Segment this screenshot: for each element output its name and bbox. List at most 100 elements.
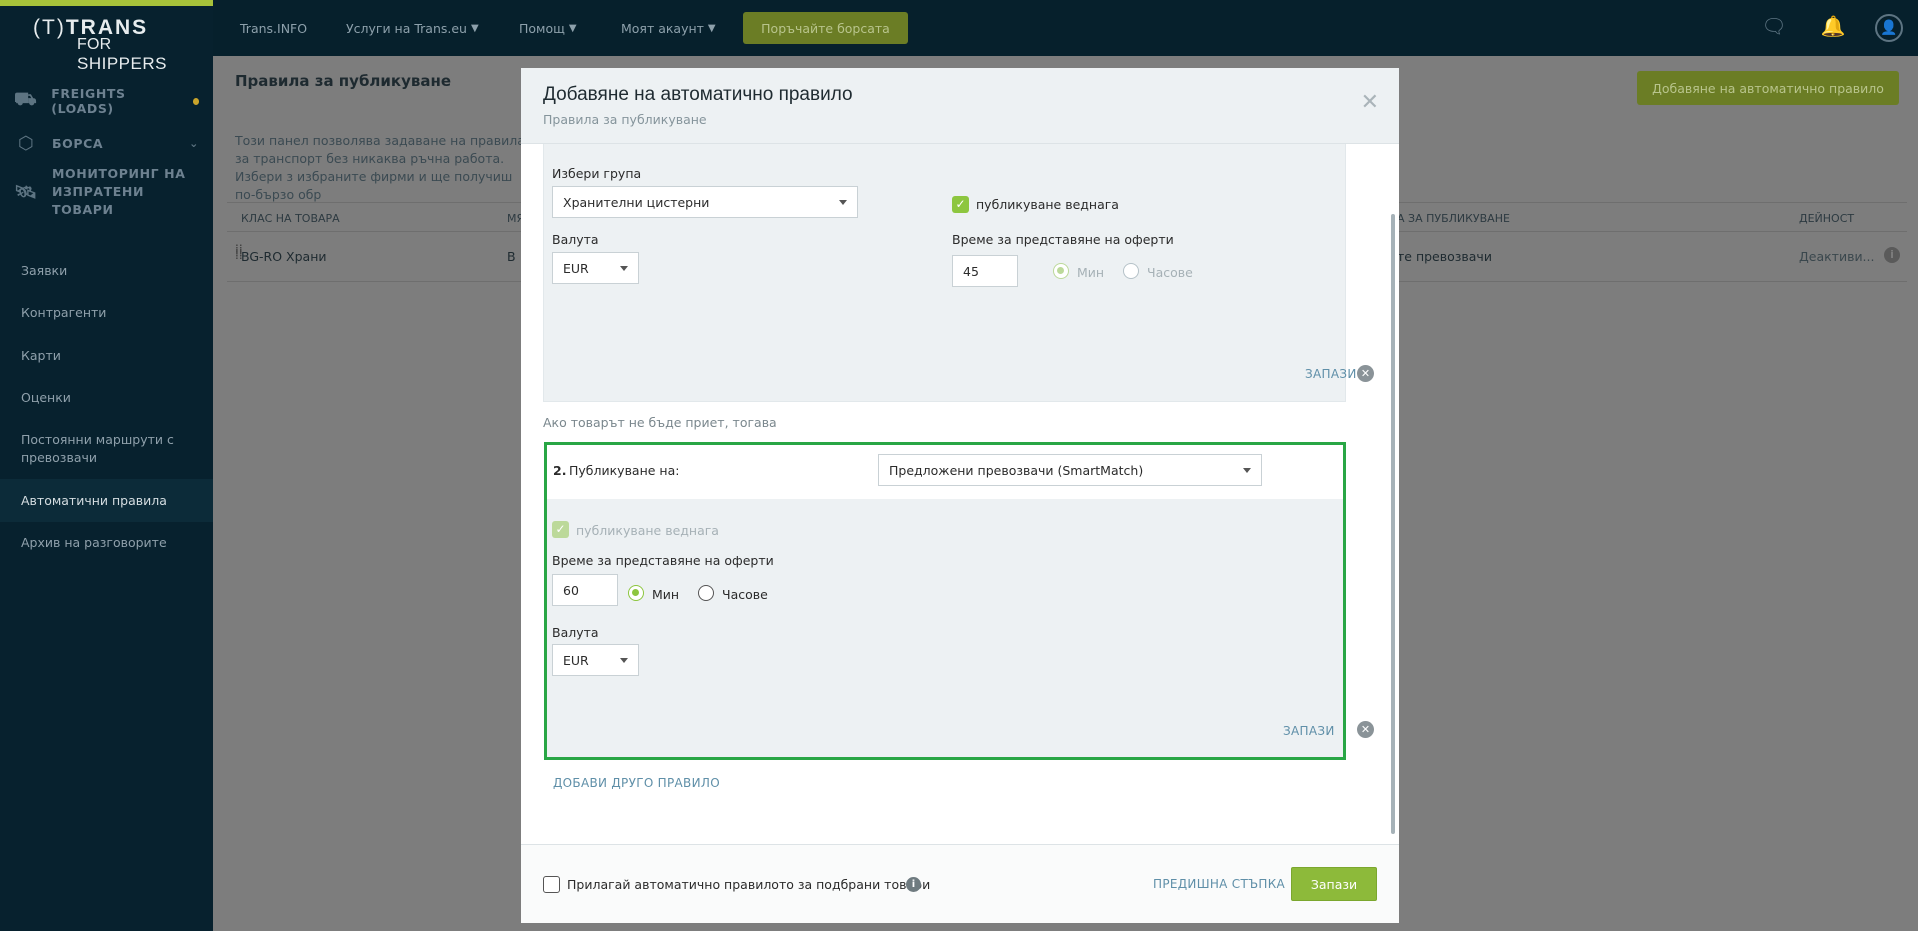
remove-rule-1-icon[interactable]: ✕: [1357, 365, 1374, 382]
sidebar-item-ratings[interactable]: Оценки: [0, 377, 213, 420]
chevron-down-icon: ▼: [470, 22, 479, 34]
column-header: КЛАС НА ТОВАРА: [241, 212, 340, 225]
currency-select-value: EUR: [563, 260, 589, 276]
rule-1-panel: Избери група Хранителни цистерни ✓ публи…: [543, 144, 1356, 402]
sidebar-item-permanent-routes[interactable]: Постоянни маршрути с превозвачи: [0, 419, 213, 479]
logo-for: FOR: [77, 36, 112, 53]
unit-min-label: Мин: [652, 587, 680, 602]
sidebar-item-automatic-rules[interactable]: Автоматични правила: [0, 479, 213, 522]
caret-down-icon: [1243, 468, 1251, 473]
nav-label: Услуги на Trans.eu: [346, 20, 467, 36]
offer-time-label: Време за представяне на оферти: [952, 232, 1174, 247]
bell-icon[interactable]: 🔔: [1819, 14, 1847, 42]
separator-text: Ако товарът не бъде приет, тогава: [543, 415, 777, 430]
sidebar-item-label: Контрагенти: [21, 305, 107, 321]
caret-down-icon: [620, 658, 628, 663]
add-another-rule-link[interactable]: ДОБАВИ ДРУГО ПРАВИЛО: [553, 776, 720, 790]
sidebar-item-label: БОРСА: [52, 135, 104, 151]
sidebar-item-contractors[interactable]: Контрагенти: [0, 292, 213, 335]
info-icon[interactable]: i: [1884, 247, 1900, 263]
group-select-value: Хранителни цистерни: [563, 194, 710, 210]
cube-icon: ⬡: [17, 132, 35, 154]
add-automatic-rule-modal: Добавяне на автоматично правило Правила …: [521, 68, 1399, 923]
sidebar-item-exchange[interactable]: ⬡ БОРСА ⌄: [0, 122, 213, 164]
nav-help[interactable]: Помощ ▼: [519, 0, 583, 56]
satellite-icon: 🛰: [14, 181, 38, 203]
save-button[interactable]: Запази: [1291, 867, 1377, 901]
user-avatar-icon[interactable]: 👤: [1875, 14, 1903, 42]
info-icon[interactable]: i: [906, 877, 921, 892]
publish-now-checkbox[interactable]: ✓: [552, 521, 569, 538]
page-description: Този панел позволява задаване на правила…: [235, 133, 525, 202]
unit-hours-label: Часове: [722, 587, 768, 602]
notification-dot: [192, 97, 199, 105]
nav-my-account[interactable]: Моят акаунт ▼: [621, 0, 722, 56]
sidebar-item-label: Постоянни маршрути с превозвачи: [21, 432, 174, 465]
logo-shippers: SHIPPERS: [77, 54, 167, 73]
rule-1-save-link[interactable]: ЗАПАЗИ: [1305, 367, 1357, 381]
rule-cell: В: [507, 249, 516, 264]
nav-trans-info[interactable]: Trans.INFO: [240, 0, 307, 56]
rule-2-save-link[interactable]: ЗАПАЗИ: [1283, 724, 1335, 738]
chat-icon[interactable]: 🗨: [1760, 14, 1788, 42]
unit-hours-radio[interactable]: [698, 585, 714, 601]
modal-scrollbar[interactable]: [1391, 214, 1395, 834]
unit-hours-label: Часове: [1147, 265, 1193, 280]
modal-body: Избери група Хранителни цистерни ✓ публи…: [521, 144, 1399, 844]
order-exchange-button[interactable]: Поръчайте борсата: [743, 12, 908, 44]
currency-label: Валута: [552, 232, 599, 247]
offer-time-input[interactable]: 45: [952, 255, 1018, 287]
offer-time-label: Време за представяне на оферти: [552, 553, 774, 568]
modal-title: Добавяне на автоматично правило: [543, 84, 853, 105]
remove-rule-2-icon[interactable]: ✕: [1357, 721, 1374, 738]
top-navigation-bar: Trans.INFO Услуги на Trans.eu ▼ Помощ ▼ …: [213, 0, 1918, 56]
unit-hours-radio[interactable]: [1123, 263, 1139, 279]
publish-on-label: Публикуване на:: [569, 463, 680, 478]
nav-label: Trans.INFO: [240, 20, 308, 36]
currency-select-value: EUR: [563, 652, 589, 668]
sidebar-item-orders[interactable]: Заявки: [0, 249, 213, 292]
publish-on-select-value: Предложени превозвачи (SmartMatch): [889, 462, 1144, 478]
publish-now-label: публикуване веднага: [976, 197, 1119, 212]
column-header: А ЗА ПУБЛИКУВАНЕ: [1397, 212, 1510, 225]
sidebar-item-maps[interactable]: Карти: [0, 334, 213, 377]
group-label: Избери група: [552, 166, 642, 181]
offer-time-input[interactable]: 60: [552, 574, 618, 606]
nav-trans-eu-services[interactable]: Услуги на Trans.eu ▼: [346, 0, 485, 56]
rule-name: BG-RO Храни: [241, 249, 327, 264]
modal-header: Добавяне на автоматично правило Правила …: [521, 68, 1399, 144]
sidebar-item-freights[interactable]: ⛟ FREIGHTS (LOADS): [0, 80, 213, 122]
column-header: ДЕЙНОСТ: [1799, 212, 1855, 225]
add-automatic-rule-button[interactable]: Добавяне на автоматично правило: [1637, 71, 1899, 105]
chevron-down-icon: ▼: [707, 22, 716, 34]
sidebar-accent-line: [0, 0, 213, 6]
logo-mark: (T): [33, 16, 66, 39]
trans-for-shippers-logo[interactable]: (T)TRANS FOR SHIPPERS: [33, 16, 193, 73]
apply-to-selected-checkbox[interactable]: [543, 876, 560, 893]
caret-down-icon: [839, 200, 847, 205]
deactivate-action[interactable]: Деактиви...: [1799, 249, 1874, 264]
sidebar-item-label: Заявки: [21, 262, 68, 278]
sidebar-item-label: Оценки: [21, 390, 71, 406]
currency-select[interactable]: EUR: [552, 644, 639, 676]
sidebar-item-monitoring[interactable]: 🛰 МОНИТОРИНГ НА ИЗПРАТЕНИ ТОВАРИ: [0, 164, 213, 220]
group-select[interactable]: Хранителни цистерни: [552, 186, 858, 218]
apply-to-selected-label: Прилагай автоматично правилото за подбра…: [567, 877, 931, 892]
currency-select[interactable]: EUR: [552, 252, 639, 284]
modal-subtitle: Правила за публикуване: [543, 112, 707, 127]
rule-2-panel: 2. Публикуване на: Предложени превозвачи…: [544, 442, 1346, 760]
chevron-down-icon: ⌄: [189, 136, 199, 150]
sidebar-main-nav: ⛟ FREIGHTS (LOADS) ⬡ БОРСА ⌄ 🛰 МОНИТОРИН…: [0, 80, 213, 220]
sidebar-item-label: Автоматични правила: [21, 492, 167, 508]
rule-cell: те превозвачи: [1397, 249, 1492, 264]
previous-step-link[interactable]: ПРЕДИШНА СТЪПКА: [1153, 877, 1285, 891]
unit-min-radio[interactable]: [1053, 263, 1069, 279]
close-icon[interactable]: ✕: [1361, 90, 1379, 115]
unit-min-radio[interactable]: [628, 585, 644, 601]
sidebar-item-label: МОНИТОРИНГ НА ИЗПРАТЕНИ ТОВАРИ: [52, 166, 186, 217]
publish-on-select[interactable]: Предложени превозвачи (SmartMatch): [878, 454, 1262, 486]
rule-number: 2.: [553, 463, 567, 478]
publish-now-label: публикуване веднага: [576, 523, 719, 538]
publish-now-checkbox[interactable]: ✓: [952, 196, 969, 213]
sidebar-item-chat-archive[interactable]: Архив на разговорите: [0, 522, 213, 565]
